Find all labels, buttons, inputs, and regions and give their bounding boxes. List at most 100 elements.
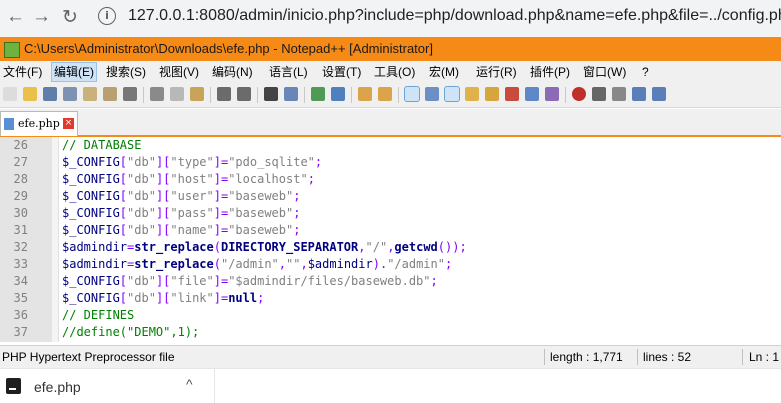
replace-icon[interactable] <box>284 87 298 101</box>
find-icon[interactable] <box>264 87 278 101</box>
url-field[interactable]: 127.0.0.1:8080/admin/inicio.php?include=… <box>128 2 781 30</box>
info-icon[interactable]: i <box>98 7 116 25</box>
arrow-right-icon[interactable]: → <box>32 6 51 28</box>
new-file-icon[interactable] <box>3 87 17 101</box>
code-token: ][ <box>155 274 171 288</box>
menu-bar: 文件(F) 编辑(E) 搜索(S) 视图(V) 编码(N) 语言(L) 设置(T… <box>0 61 781 83</box>
indent-guide-icon[interactable] <box>444 86 460 102</box>
code-line: 34 $_CONFIG["db"]["file"]="$admindir/file… <box>0 273 781 290</box>
code-token: null <box>228 291 258 305</box>
show-all-chars-icon[interactable] <box>425 87 439 101</box>
menu-language[interactable]: 语言(L) <box>267 61 310 83</box>
stop-macro-icon[interactable] <box>592 87 606 101</box>
paste-icon[interactable] <box>190 87 204 101</box>
menu-search[interactable]: 搜索(S) <box>104 61 148 83</box>
code-token: "host" <box>170 172 214 186</box>
menu-plugins[interactable]: 插件(P) <box>528 61 572 83</box>
taskbar-divider <box>214 369 215 403</box>
redo-icon[interactable] <box>237 87 251 101</box>
zoom-in-icon[interactable] <box>311 87 325 101</box>
code-token: $_CONFIG <box>62 223 120 237</box>
run-macro-multiple-icon[interactable] <box>632 87 646 101</box>
code-token: "pdo_sqlite" <box>228 155 315 169</box>
play-macro-icon[interactable] <box>612 87 626 101</box>
line-code: $_CONFIG["db"]["host"]="localhost"; <box>62 171 315 188</box>
code-token: "db" <box>127 189 156 203</box>
sync-horizontal-icon[interactable] <box>378 87 392 101</box>
code-token: "db" <box>127 223 156 237</box>
menu-macro[interactable]: 宏(M) <box>427 61 461 83</box>
window-title: C:\Users\Administrator\Downloads\efe.php… <box>24 41 433 56</box>
code-token: "db" <box>127 155 156 169</box>
code-token: , <box>300 257 308 271</box>
undo-icon[interactable] <box>217 87 231 101</box>
code-token: ]= <box>213 274 229 288</box>
code-token: getcwd <box>394 240 438 254</box>
tab-bar: efe.php × <box>0 109 781 137</box>
code-token: // DATABASE <box>62 138 142 152</box>
folder-workspace-icon[interactable] <box>525 87 539 101</box>
menu-help[interactable]: ? <box>640 61 651 83</box>
cut-icon[interactable] <box>150 87 164 101</box>
code-line: 33 $admindir=str_replace("/admin","",$adm… <box>0 256 781 273</box>
code-token: "db" <box>127 291 156 305</box>
taskbar-label[interactable]: efe.php <box>34 379 81 395</box>
tab-efe-php[interactable]: efe.php × <box>0 111 78 136</box>
monitor-icon[interactable] <box>545 87 559 101</box>
status-length: length : 1,771 <box>550 350 623 364</box>
menu-encoding[interactable]: 编码(N) <box>210 61 255 83</box>
code-token: ; <box>257 291 265 305</box>
arrow-left-icon[interactable]: ← <box>6 6 25 28</box>
line-number: 30 <box>13 206 28 220</box>
udl-icon[interactable] <box>465 87 479 101</box>
menu-settings[interactable]: 设置(T) <box>320 61 363 83</box>
zoom-out-icon[interactable] <box>331 87 345 101</box>
line-number: 32 <box>13 240 28 254</box>
chevron-up-icon[interactable]: ^ <box>186 376 193 392</box>
status-divider <box>544 349 545 365</box>
code-token: $_CONFIG <box>62 291 120 305</box>
code-token: ; <box>293 223 301 237</box>
toolbar-separator <box>210 87 211 103</box>
code-line: 26 // DATABASE <box>0 137 781 154</box>
code-token: ( <box>213 240 221 254</box>
close-tab-icon[interactable]: × <box>63 118 74 129</box>
menu-run[interactable]: 运行(R) <box>474 61 519 83</box>
save-all-icon[interactable] <box>63 87 77 101</box>
code-token: "baseweb" <box>228 189 294 203</box>
close-all-icon[interactable] <box>103 87 117 101</box>
menu-file[interactable]: 文件(F) <box>1 61 44 83</box>
reload-icon[interactable]: ↻ <box>62 6 78 29</box>
line-number: 35 <box>13 291 28 305</box>
save-icon[interactable] <box>43 87 57 101</box>
code-token: $_CONFIG <box>62 172 120 186</box>
code-token: $_CONFIG <box>62 274 120 288</box>
doc-map-icon[interactable] <box>485 87 499 101</box>
copy-icon[interactable] <box>170 87 184 101</box>
code-token: [ <box>119 274 128 288</box>
sync-vertical-icon[interactable] <box>358 87 372 101</box>
save-macro-icon[interactable] <box>652 87 666 101</box>
menu-tools[interactable]: 工具(O) <box>372 61 417 83</box>
close-icon[interactable] <box>83 87 97 101</box>
code-token: str_replace <box>134 257 214 271</box>
code-token: ; <box>430 274 438 288</box>
menu-view[interactable]: 视图(V) <box>157 61 201 83</box>
print-icon[interactable] <box>123 87 137 101</box>
open-file-icon[interactable] <box>23 87 37 101</box>
word-wrap-icon[interactable] <box>404 86 420 102</box>
record-macro-icon[interactable] <box>572 87 586 101</box>
notepadpp-window: C:\Users\Administrator\Downloads\efe.php… <box>0 37 781 403</box>
menu-window[interactable]: 窗口(W) <box>581 61 628 83</box>
code-line: 30 $_CONFIG["db"]["pass"]="baseweb"; <box>0 205 781 222</box>
code-token: "/" <box>365 240 388 254</box>
function-list-icon[interactable] <box>505 87 519 101</box>
code-token: , <box>278 257 287 271</box>
code-token: ; <box>293 189 301 203</box>
code-token: , <box>358 240 366 254</box>
menu-edit[interactable]: 编辑(E) <box>51 62 97 82</box>
status-ln: Ln : 1 <box>749 350 780 364</box>
line-code: //define("DEMO",1); <box>62 324 199 341</box>
line-code: // DATABASE <box>62 137 141 154</box>
code-editor[interactable]: 26// DATABASE 27 $_CONFIG["db"]["type"]="p… <box>0 137 781 342</box>
